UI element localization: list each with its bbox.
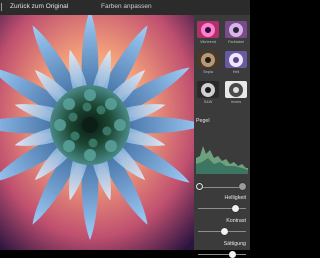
- saturation-track[interactable]: [198, 254, 246, 255]
- saturation-label: Sättigung: [223, 241, 246, 247]
- filter-label: Farblabel: [228, 40, 244, 44]
- filter-thumb-sepia[interactable]: [197, 51, 219, 68]
- filter-label: S&W: [203, 100, 213, 104]
- levels-white-handle[interactable]: [239, 183, 246, 190]
- back-to-original-button[interactable]: Zurück zum Original: [10, 3, 68, 10]
- top-bar: Zurück zum Original Farben anpassen: [0, 0, 250, 15]
- levels-track: [200, 187, 244, 188]
- filter-label: Hell: [232, 70, 240, 74]
- brightness-label: Helligkeit: [224, 195, 247, 201]
- filter-thumb-invers[interactable]: [225, 81, 247, 98]
- levels-black-handle[interactable]: [196, 183, 203, 190]
- saturation-slider-knob[interactable]: [229, 251, 237, 258]
- brightness-slider-knob[interactable]: [231, 205, 239, 212]
- levels-histogram: [196, 128, 248, 174]
- filter-label: Invers: [230, 100, 242, 104]
- levels-title: Pegel: [196, 118, 210, 124]
- adjustment-panel: Vibrieend Farblabel Sepia Hell S&W Inver…: [194, 15, 250, 258]
- filter-thumb-farblabel[interactable]: [225, 21, 247, 38]
- photo-canvas: [0, 15, 194, 250]
- contrast-slider-knob[interactable]: [220, 228, 228, 235]
- filter-thumb-sw[interactable]: [197, 81, 219, 98]
- filter-thumb-vibrieend[interactable]: [197, 21, 219, 38]
- contrast-label: Kontrast: [226, 218, 246, 224]
- filter-label: Vibrieend: [200, 40, 216, 44]
- filter-label: Sepia: [203, 70, 213, 74]
- back-icon[interactable]: [1, 3, 8, 11]
- filter-thumb-hell[interactable]: [225, 51, 247, 68]
- page-title: Farben anpassen: [101, 3, 152, 10]
